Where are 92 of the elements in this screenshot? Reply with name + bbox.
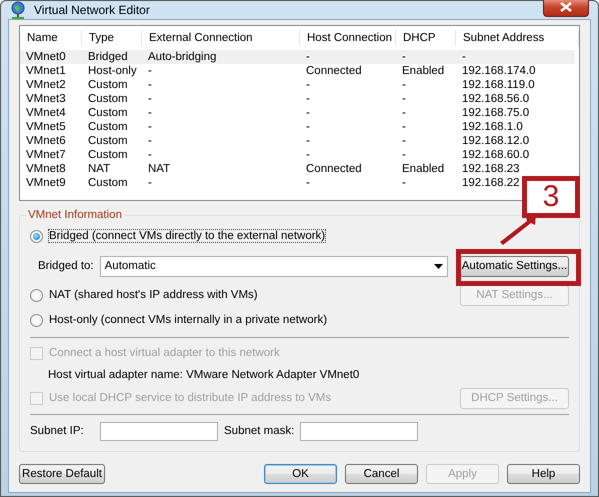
table-cell-text: - [147, 135, 152, 147]
table-cell-text: 192.168.23 [461, 163, 520, 175]
table-cell-text: - [147, 79, 152, 91]
table-cell-text: Enabled [401, 65, 444, 77]
subnet-ip-label: Subnet IP: [30, 425, 85, 437]
bridged-option[interactable]: Bridged (connect VMs directly to the external network) [49, 230, 326, 242]
column-header[interactable]: Type [82, 30, 142, 46]
table-cell-text: VMnet0 [25, 51, 66, 63]
table-cell-text: - [305, 135, 310, 147]
table-cell-text: 192.168.60.0 [461, 149, 530, 161]
table-cell-text: - [147, 121, 152, 133]
table-cell-text: Custom [87, 107, 128, 119]
nat-option[interactable]: NAT (shared host's IP address with VMs) [49, 289, 258, 301]
table-cell-text: - [401, 121, 406, 133]
table-cell-text: 192.168.22 [461, 177, 520, 189]
table-cell-text: - [147, 149, 152, 161]
table-cell-text: 192.168.119.0 [461, 79, 535, 91]
close-icon [560, 2, 572, 12]
table-cell-text: Bridged [87, 51, 128, 63]
table-cell-text: 192.168.1.0 [461, 121, 523, 133]
table-cell-text: Custom [87, 79, 128, 91]
table-cell-text: - [305, 121, 310, 133]
table-cell-text: - [461, 51, 466, 63]
table-cell-text: - [147, 107, 152, 119]
table-cell-text: - [401, 107, 406, 119]
table-cell-text: VMnet3 [25, 93, 66, 105]
table-cell-text: Connected [305, 65, 362, 77]
table-cell-text: - [147, 177, 152, 189]
dialog-button[interactable]: Cancel [345, 464, 418, 484]
table-row[interactable]: VMnet0 Bridged Auto-bridging - - - [20, 50, 575, 64]
column-header[interactable]: Host Connection [300, 30, 396, 46]
table-cell-text: VMnet4 [25, 107, 66, 119]
table-cell-text: VMnet7 [25, 149, 66, 161]
group-title: VMnet Information [27, 209, 123, 221]
table-cell-text: - [401, 135, 406, 147]
table-cell-text: 192.168.56.0 [461, 93, 530, 105]
radio-button[interactable] [30, 314, 43, 326]
table-cell-text: Auto-bridging [147, 51, 216, 63]
dialog-button[interactable]: Help [507, 464, 580, 484]
table-cell-text: - [147, 93, 152, 105]
table-cell-text: Custom [87, 135, 128, 147]
window-title: Virtual Network Editor [34, 3, 151, 17]
table-cell-text: VMnet9 [25, 177, 66, 189]
table-cell-text: VMnet1 [25, 65, 66, 77]
column-header[interactable]: DHCP [396, 30, 456, 46]
bridged-to-dropdown[interactable]: Automatic [100, 256, 448, 276]
table-cell-text: - [401, 79, 406, 91]
dialog-button[interactable]: Restore Default [19, 464, 105, 484]
column-header[interactable]: Subnet Address [456, 30, 579, 46]
radio-button[interactable] [30, 230, 43, 242]
host-only-option[interactable]: Host-only (connect VMs internally in a private network) [49, 314, 328, 326]
table-cell-text: Custom [87, 121, 128, 133]
subnet-mask-field[interactable] [300, 422, 418, 440]
dialog-button[interactable]: OK [264, 464, 337, 484]
table-cell-text: Custom [87, 93, 128, 105]
table-cell-text: - [401, 93, 406, 105]
column-header[interactable]: Name [20, 30, 82, 46]
table-cell-text: Custom [87, 177, 128, 189]
table-cell-text: - [147, 65, 152, 77]
table-cell-text: 192.168.75.0 [461, 107, 530, 119]
table-cell-text: 192.168.12.0 [461, 135, 530, 147]
automatic-settings-button[interactable]: Automatic Settings... [460, 256, 569, 276]
close-button[interactable] [543, 0, 589, 17]
dropdown-arrow-icon [434, 264, 443, 268]
table-cell-text: - [305, 107, 310, 119]
subnet-ip-field[interactable] [100, 422, 218, 440]
table-cell-text: NAT [87, 163, 110, 175]
dropdown-value: Automatic [104, 260, 156, 272]
table-cell-text: NAT [147, 163, 170, 175]
adapter-name-text: Host virtual adapter name: VMware Network Adapter VMnet0 [48, 369, 360, 381]
table-cell-text: - [305, 93, 310, 105]
table-cell-text: - [305, 177, 310, 189]
subnet-mask-label: Subnet mask: [224, 425, 294, 437]
step-callout: 3 [522, 176, 580, 218]
table-cell-text: VMnet5 [25, 121, 66, 133]
bridged-to-label: Bridged to: [38, 260, 94, 272]
table-cell-text: - [401, 177, 406, 189]
table-cell-text: 192.168.174.0 [461, 65, 536, 77]
table-cell-text: Connected [305, 163, 362, 175]
table-cell-text: VMnet6 [25, 135, 66, 147]
table-cell-text: - [305, 149, 310, 161]
table-cell-text: - [305, 51, 310, 63]
table-cell-text: - [401, 149, 406, 161]
column-header[interactable]: External Connection [142, 30, 300, 46]
table-cell-text: - [305, 79, 310, 91]
table-cell-text: Enabled [401, 163, 444, 175]
table-cell-text: VMnet8 [25, 163, 66, 175]
table-cell-text: VMnet2 [25, 79, 66, 91]
table-cell-text: Custom [87, 149, 128, 161]
table-cell-text: Host-only [87, 65, 137, 77]
radio-button[interactable] [30, 288, 43, 302]
table-cell-text: - [401, 51, 406, 63]
